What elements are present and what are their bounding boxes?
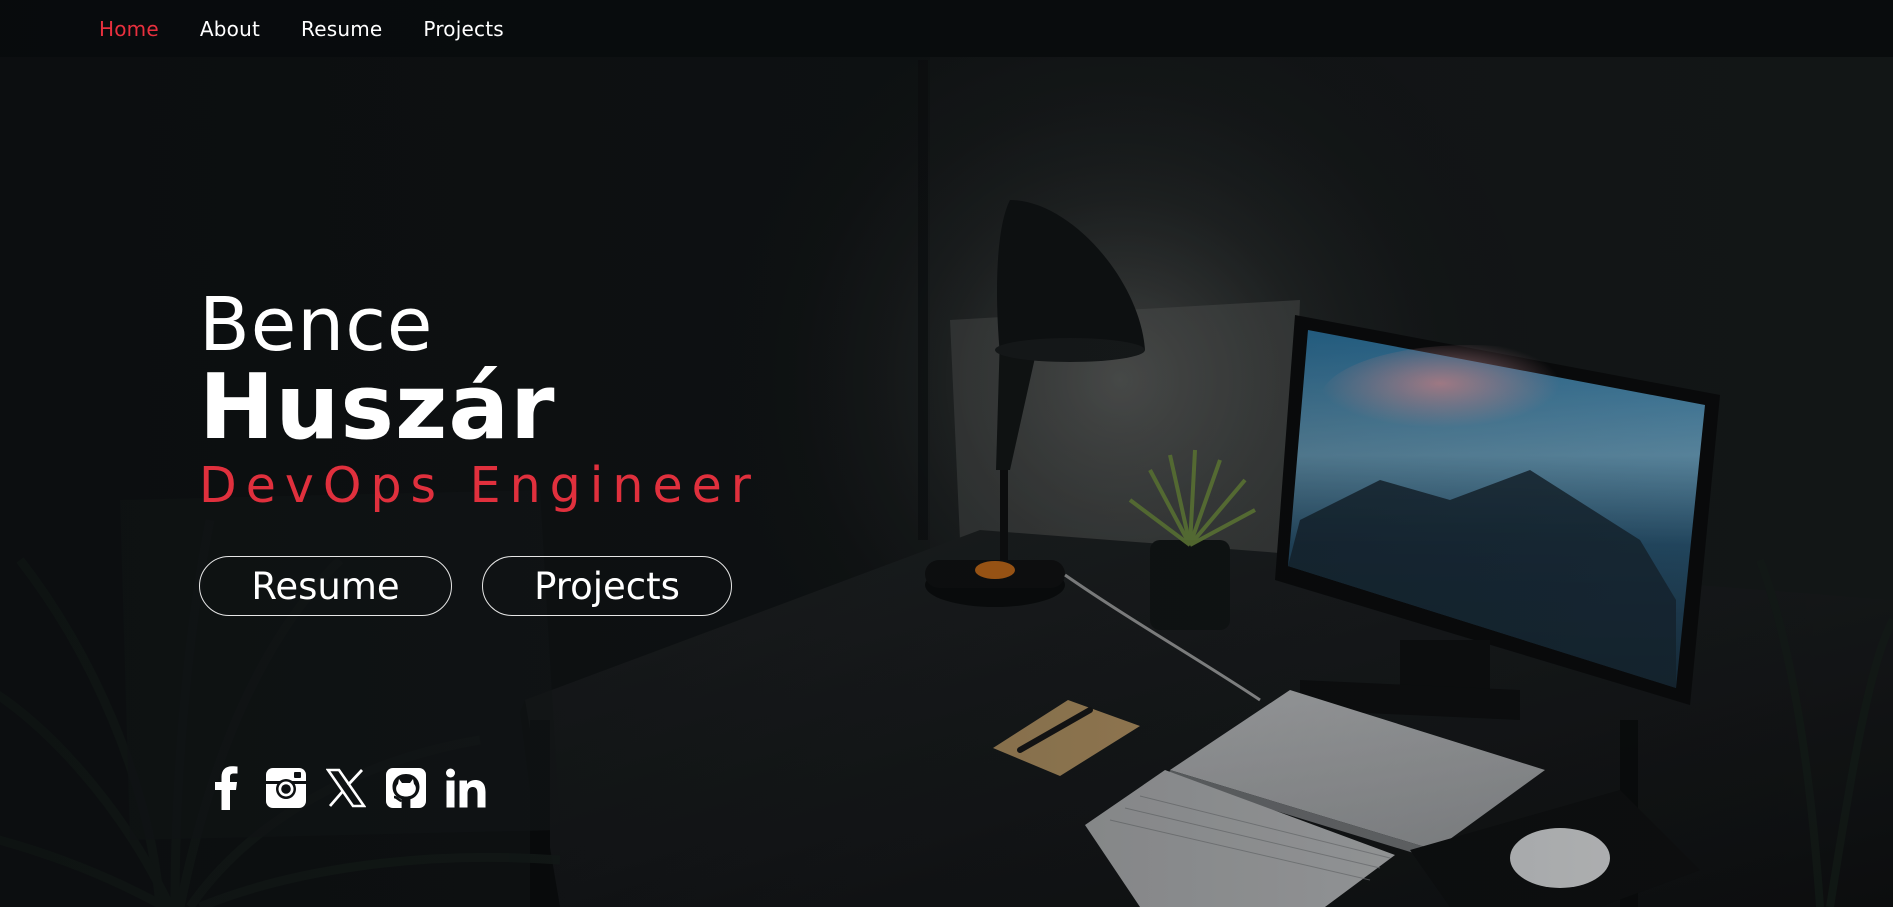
facebook-icon[interactable]	[204, 766, 248, 810]
nav-projects-link[interactable]: Projects	[423, 17, 503, 41]
nav-resume-link[interactable]: Resume	[301, 17, 382, 41]
hero-section: Bence Huszár DevOps Engineer	[199, 285, 760, 515]
resume-button[interactable]: Resume	[199, 556, 452, 616]
hero-button-row: Resume Projects	[199, 556, 732, 616]
top-navbar: Home About Resume Projects	[0, 0, 1893, 57]
nav-about-link[interactable]: About	[200, 17, 260, 41]
linkedin-icon[interactable]	[444, 766, 488, 810]
social-links	[204, 766, 504, 810]
projects-button[interactable]: Projects	[482, 556, 732, 616]
hero-role-title: DevOps Engineer	[199, 457, 760, 514]
x-twitter-icon[interactable]	[324, 766, 368, 810]
github-icon[interactable]	[384, 766, 428, 810]
hero-last-name: Huszár	[199, 355, 556, 460]
instagram-icon[interactable]	[264, 766, 308, 810]
hero-first-name: Bence	[199, 282, 434, 368]
nav-home-link[interactable]: Home	[99, 17, 159, 41]
